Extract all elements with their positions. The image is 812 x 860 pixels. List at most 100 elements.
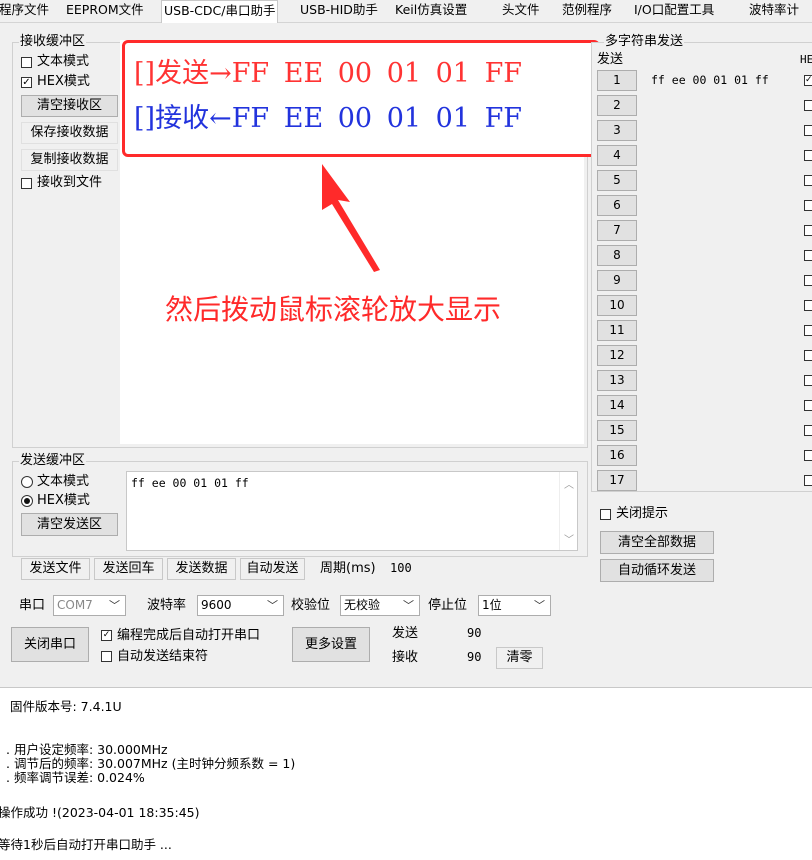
parity-select[interactable]: 无校验 ﹀ bbox=[340, 595, 420, 616]
log-panel[interactable]: 固件版本号: 7.4.1U . 用户设定频率: 30.000MHz . 调节后的… bbox=[0, 687, 812, 860]
tab-baud-calc[interactable]: 波特率计 bbox=[747, 0, 801, 21]
tab-eeprom-file[interactable]: EEPROM文件 bbox=[64, 0, 146, 21]
tab-program-file[interactable]: 程序文件 bbox=[0, 0, 51, 21]
multi-send-row-button[interactable]: 3 bbox=[597, 120, 637, 141]
log-line-freq-set: . 用户设定频率: 30.000MHz bbox=[6, 742, 168, 757]
multi-row-hex-checkbox[interactable] bbox=[804, 150, 812, 161]
sent-count-value: 90 bbox=[467, 626, 482, 640]
receive-to-file-checkbox[interactable] bbox=[21, 178, 32, 189]
more-settings-button[interactable]: 更多设置 bbox=[292, 627, 370, 662]
multi-send-row-button[interactable]: 10 bbox=[597, 295, 637, 316]
multi-send-header: 发送 bbox=[597, 52, 624, 67]
tab-bar: 程序文件 EEPROM文件 USB-CDC/串口助手 USB-HID助手 Kei… bbox=[0, 0, 812, 23]
multi-send-row-button[interactable]: 14 bbox=[597, 395, 637, 416]
send-text-mode-radio[interactable] bbox=[21, 476, 33, 488]
stop-select[interactable]: 1位 ﹀ bbox=[478, 595, 551, 616]
recv-prefix: []接收 bbox=[134, 103, 210, 134]
multi-row-hex-checkbox[interactable] bbox=[804, 450, 812, 461]
close-port-button[interactable]: 关闭串口 bbox=[11, 627, 89, 662]
send-data-button[interactable]: 发送数据 bbox=[167, 558, 236, 580]
send-hex-mode-radio[interactable] bbox=[21, 495, 33, 507]
multi-send-row-button[interactable]: 8 bbox=[597, 245, 637, 266]
chevron-down-icon: ﹀ bbox=[267, 599, 278, 612]
reset-counter-button[interactable]: 清零 bbox=[496, 647, 543, 669]
copy-receive-button[interactable]: 复制接收数据 bbox=[21, 149, 118, 171]
tab-usb-hid[interactable]: USB-HID助手 bbox=[298, 0, 380, 21]
clear-all-data-button[interactable]: 清空全部数据 bbox=[600, 531, 714, 554]
receive-to-file-label: 接收到文件 bbox=[37, 175, 103, 190]
multi-send-row-button[interactable]: 15 bbox=[597, 420, 637, 441]
hex-mode-checkbox[interactable]: ✓ bbox=[21, 77, 32, 88]
firmware-version: 固件版本号: 7.4.1U bbox=[10, 699, 122, 714]
multi-send-row-button[interactable]: 1 bbox=[597, 70, 637, 91]
multi-row-hex-checkbox[interactable]: ✓ bbox=[804, 75, 812, 86]
send-scrollbar[interactable]: ︿ ﹀ bbox=[559, 472, 577, 550]
log-line-freq-adjusted: . 调节后的频率: 30.007MHz (主时钟分频系数 = 1) bbox=[6, 756, 296, 771]
tab-examples[interactable]: 范例程序 bbox=[560, 0, 614, 21]
send-file-button[interactable]: 发送文件 bbox=[21, 558, 90, 580]
multi-row-hex-checkbox[interactable] bbox=[804, 225, 812, 236]
close-tip-checkbox[interactable] bbox=[600, 509, 611, 520]
multi-row-hex-checkbox[interactable] bbox=[804, 325, 812, 336]
baud-select[interactable]: 9600 ﹀ bbox=[197, 595, 284, 616]
multi-row-hex-checkbox[interactable] bbox=[804, 375, 812, 386]
multi-send-row-button[interactable]: 9 bbox=[597, 270, 637, 291]
multi-send-title: 多字符串发送 bbox=[604, 34, 685, 49]
multi-send-row-button[interactable]: 17 bbox=[597, 470, 637, 491]
chevron-down-icon: ﹀ bbox=[403, 599, 414, 612]
text-mode-label: 文本模式 bbox=[37, 54, 90, 69]
multi-row-hex-checkbox[interactable] bbox=[804, 400, 812, 411]
stop-select-value: 1位 bbox=[482, 598, 502, 612]
tab-header-file[interactable]: 头文件 bbox=[500, 0, 542, 21]
multi-send-row-button[interactable]: 6 bbox=[597, 195, 637, 216]
parity-label: 校验位 bbox=[291, 598, 331, 613]
scroll-down-icon[interactable]: ﹀ bbox=[564, 531, 574, 546]
tab-io-config[interactable]: I/O口配置工具 bbox=[632, 0, 716, 21]
baud-label: 波特率 bbox=[147, 598, 187, 613]
auto-open-checkbox[interactable]: ✓ bbox=[101, 630, 112, 641]
annotation-recv-line: []接收←FF EE 00 01 01 FF bbox=[134, 102, 522, 136]
scroll-up-icon[interactable]: ︿ bbox=[564, 476, 574, 491]
multi-row-hex-checkbox[interactable] bbox=[804, 175, 812, 186]
save-receive-button[interactable]: 保存接收数据 bbox=[21, 122, 118, 144]
annotation-hint: 然后拨动鼠标滚轮放大显示 bbox=[165, 293, 502, 326]
auto-end-checkbox[interactable] bbox=[101, 651, 112, 662]
sent-count-label: 发送 bbox=[392, 626, 419, 641]
multi-row-hex-checkbox[interactable] bbox=[804, 300, 812, 311]
multi-row-hex-checkbox[interactable] bbox=[804, 275, 812, 286]
period-value[interactable]: 100 bbox=[390, 561, 412, 576]
multi-send-row-button[interactable]: 16 bbox=[597, 445, 637, 466]
multi-send-row-button[interactable]: 4 bbox=[597, 145, 637, 166]
auto-send-button[interactable]: 自动发送 bbox=[240, 558, 305, 580]
text-mode-checkbox[interactable] bbox=[21, 57, 32, 68]
send-textarea[interactable]: ff ee 00 01 01 ff ︿ ﹀ bbox=[126, 471, 578, 551]
multi-row-hex-checkbox[interactable] bbox=[804, 250, 812, 261]
baud-select-value: 9600 bbox=[201, 598, 232, 612]
receive-buffer-title: 接收缓冲区 bbox=[19, 34, 87, 49]
log-success: 操作成功 !(2023-04-01 18:35:45) bbox=[0, 805, 200, 820]
clear-receive-button[interactable]: 清空接收区 bbox=[21, 95, 118, 117]
send-enter-button[interactable]: 发送回车 bbox=[94, 558, 163, 580]
multi-send-row-button[interactable]: 7 bbox=[597, 220, 637, 241]
port-select[interactable]: COM7 ﹀ bbox=[53, 595, 126, 616]
multi-row-hex-checkbox[interactable] bbox=[804, 100, 812, 111]
multi-hex-header: HE bbox=[800, 53, 812, 66]
multi-send-row-button[interactable]: 12 bbox=[597, 345, 637, 366]
multi-send-row-button[interactable]: 13 bbox=[597, 370, 637, 391]
multi-send-row-button[interactable]: 5 bbox=[597, 170, 637, 191]
chevron-down-icon: ﹀ bbox=[109, 599, 120, 612]
multi-send-row-button[interactable]: 2 bbox=[597, 95, 637, 116]
send-prefix: []发送 bbox=[134, 58, 210, 89]
multi-row-hex-checkbox[interactable] bbox=[804, 425, 812, 436]
tab-usb-cdc-serial[interactable]: USB-CDC/串口助手 bbox=[161, 0, 279, 23]
tab-keil-sim[interactable]: Keil仿真设置 bbox=[393, 0, 469, 21]
multi-row-hex-checkbox[interactable] bbox=[804, 475, 812, 486]
clear-send-button[interactable]: 清空发送区 bbox=[21, 513, 118, 536]
multi-send-row-button[interactable]: 11 bbox=[597, 320, 637, 341]
multi-row-hex-checkbox[interactable] bbox=[804, 200, 812, 211]
multi-row1-value[interactable]: ff ee 00 01 01 ff bbox=[651, 73, 769, 87]
auto-loop-send-button[interactable]: 自动循环发送 bbox=[600, 559, 714, 582]
chevron-down-icon: ﹀ bbox=[534, 599, 545, 612]
multi-row-hex-checkbox[interactable] bbox=[804, 125, 812, 136]
multi-row-hex-checkbox[interactable] bbox=[804, 350, 812, 361]
